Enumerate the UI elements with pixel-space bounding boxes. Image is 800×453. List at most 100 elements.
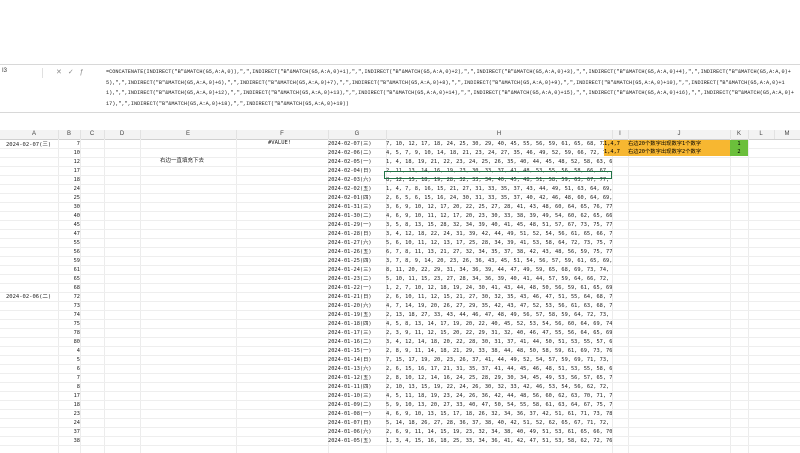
cell-a-date[interactable]: 2024-02-06(二) [6,292,51,300]
cell-h-draw-numbers[interactable]: 7, 10, 12, 17, 18, 24, 25, 30, 29, 40, 4… [386,140,612,148]
cell-g-date[interactable]: 2024-02-06(二) [328,149,384,157]
cell-k-count[interactable]: 2 [730,148,748,156]
cell-h-draw-numbers[interactable]: 3, 4, 12, 14, 18, 20, 22, 28, 30, 31, 37… [386,338,612,346]
cell-b-number[interactable]: 55 [58,239,80,247]
cell-g-date[interactable]: 2024-01-05(五) [328,437,384,445]
name-box[interactable]: I3 [0,68,43,78]
cell-b-number[interactable]: 25 [58,194,80,202]
cell-h-draw-numbers[interactable]: 2, 13, 18, 27, 33, 43, 44, 46, 47, 48, 4… [386,311,612,319]
cell-b-number[interactable]: 47 [58,230,80,238]
cell-g-date[interactable]: 2024-01-09(二) [328,401,384,409]
cell-h-draw-numbers[interactable]: 8, 11, 20, 22, 29, 31, 34, 36, 39, 44, 4… [386,266,612,274]
cell-b-number[interactable]: 23 [58,410,80,418]
column-header-j[interactable]: J [628,130,731,139]
cell-g-date[interactable]: 2024-01-13(六) [328,365,384,373]
column-header-f[interactable]: F [236,130,329,139]
cell-b-number[interactable]: 17 [58,392,80,400]
cell-b-number[interactable]: 30 [58,203,80,211]
cell-b-number[interactable]: 75 [58,320,80,328]
cell-g-date[interactable]: 2024-01-18(四) [328,320,384,328]
column-header-m[interactable]: M [774,130,800,139]
cell-h-draw-numbers[interactable]: 4, 5, 11, 18, 19, 23, 24, 26, 36, 42, 44… [386,392,612,400]
cell-g-date[interactable]: 2024-01-16(二) [328,338,384,346]
cell-h-draw-numbers[interactable]: 3, 7, 8, 9, 14, 20, 23, 26, 36, 43, 45, … [386,257,612,265]
cell-h-draw-numbers[interactable]: 5, 14, 18, 26, 27, 28, 36, 37, 38, 40, 4… [386,419,612,427]
cell-h-draw-numbers[interactable]: 2, 8, 9, 11, 14, 18, 21, 29, 33, 38, 44,… [386,347,612,355]
column-header-d[interactable]: D [104,130,141,139]
cell-g-date[interactable]: 2024-01-24(三) [328,266,384,274]
cell-g-date[interactable]: 2024-01-14(日) [328,356,384,364]
cell-g-date[interactable]: 2024-01-15(一) [328,347,384,355]
cell-h-draw-numbers[interactable]: 4, 7, 14, 19, 20, 26, 27, 29, 35, 42, 43… [386,302,612,310]
column-header-c[interactable]: C [80,130,105,139]
cell-h-draw-numbers[interactable]: 2, 6, 15, 16, 17, 21, 31, 35, 37, 41, 44… [386,365,612,373]
cell-b-number[interactable]: 68 [58,284,80,292]
cell-h-draw-numbers[interactable]: 1, 4, 18, 19, 21, 22, 23, 24, 25, 26, 35… [386,158,612,166]
cell-h-draw-numbers[interactable]: 6, 7, 8, 11, 13, 21, 27, 32, 34, 35, 37,… [386,248,612,256]
cell-g-date[interactable]: 2024-02-05(一) [328,158,384,166]
cell-h-draw-numbers[interactable]: 2, 8, 10, 12, 14, 16, 24, 25, 28, 29, 30… [386,374,612,382]
cell-g-date[interactable]: 2024-01-25(四) [328,257,384,265]
cell-a-date[interactable]: 2024-02-07(三) [6,140,51,148]
cell-h-draw-numbers[interactable]: 5, 9, 10, 13, 20, 27, 33, 40, 47, 50, 54… [386,401,612,409]
cell-h-draw-numbers[interactable]: 7, 15, 17, 19, 20, 23, 26, 37, 41, 44, 4… [386,356,612,364]
cell-f-error[interactable]: #VALUE! [268,140,291,146]
fx-icon[interactable]: ƒ [80,69,90,76]
cell-b-number[interactable]: 59 [58,257,80,265]
cell-g-date[interactable]: 2024-01-12(五) [328,374,384,382]
column-header-g[interactable]: G [328,130,387,139]
cell-g-date[interactable]: 2024-01-07(日) [328,419,384,427]
cell-g-date[interactable]: 2024-01-10(三) [328,392,384,400]
cell-g-date[interactable]: 2024-01-31(三) [328,203,384,211]
cell-g-date[interactable]: 2024-02-07(三) [328,140,384,148]
cell-b-number[interactable]: 73 [58,302,80,310]
cell-h-draw-numbers[interactable]: 2, 6, 10, 11, 12, 15, 21, 27, 30, 32, 35… [386,293,612,301]
cell-g-date[interactable]: 2024-01-29(一) [328,221,384,229]
cell-b-number[interactable]: 78 [58,329,80,337]
cell-b-number[interactable]: 4 [58,347,80,355]
cell-g-date[interactable]: 2024-01-30(二) [328,212,384,220]
cell-b-number[interactable]: 5 [58,356,80,364]
cell-b-number[interactable]: 6 [58,365,80,373]
cell-g-date[interactable]: 2024-01-08(一) [328,410,384,418]
cell-g-date[interactable]: 2024-01-27(六) [328,239,384,247]
formula-input[interactable]: =CONCATENATE(INDIRECT("B"&MATCH(G5,A:A,0… [106,67,796,109]
cell-b-number[interactable]: 8 [58,383,80,391]
cell-b-number[interactable]: 18 [58,176,80,184]
cell-b-number[interactable]: 45 [58,221,80,229]
cell-g-date[interactable]: 2024-01-06(六) [328,428,384,436]
cell-b-number[interactable]: 24 [58,185,80,193]
cell-h-draw-numbers[interactable]: 3, 6, 9, 10, 12, 17, 20, 22, 25, 27, 28,… [386,203,612,211]
cell-g-date[interactable]: 2024-01-21(日) [328,293,384,301]
cell-b-number[interactable]: 7 [58,374,80,382]
cell-k-count[interactable]: 1 [730,140,748,148]
column-header-i[interactable]: I [612,130,629,139]
cell-h-draw-numbers[interactable]: 2, 10, 13, 15, 19, 22, 24, 26, 30, 32, 3… [386,383,612,391]
cell-g-date[interactable]: 2024-02-01(四) [328,194,384,202]
cell-b-number[interactable]: 24 [58,419,80,427]
cell-g-date[interactable]: 2024-02-03(六) [328,176,384,184]
cell-h-draw-numbers[interactable]: 5, 6, 10, 11, 12, 13, 17, 25, 28, 34, 39… [386,239,612,247]
cell-h-draw-numbers[interactable]: 1, 4, 7, 8, 16, 15, 21, 27, 31, 33, 35, … [386,185,612,193]
close-icon[interactable]: ✕ [56,69,68,76]
column-header-h[interactable]: H [386,130,613,139]
cell-b-number[interactable]: 10 [58,149,80,157]
cell-b-number[interactable]: 74 [58,311,80,319]
cell-g-date[interactable]: 2024-01-28(日) [328,230,384,238]
cell-h-draw-numbers[interactable]: 1, 3, 4, 15, 16, 18, 25, 33, 34, 36, 41,… [386,437,612,445]
cell-g-date[interactable]: 2024-01-23(二) [328,275,384,283]
check-icon[interactable]: ✓ [68,69,80,76]
cell-b-number[interactable]: 12 [58,158,80,166]
cell-g-date[interactable]: 2024-01-26(五) [328,248,384,256]
cell-g-date[interactable]: 2024-01-11(四) [328,383,384,391]
column-header-k[interactable]: K [730,130,749,139]
cell-h-draw-numbers[interactable]: 4, 5, 7, 9, 10, 14, 18, 21, 23, 24, 27, … [386,149,612,157]
cell-j-label[interactable]: 右边20个数字出现数字2个数字 [628,148,730,156]
cell-b-number[interactable]: 61 [58,266,80,274]
cell-h-draw-numbers[interactable]: 4, 6, 9, 10, 11, 12, 17, 20, 23, 30, 33,… [386,212,612,220]
cell-b-number[interactable]: 17 [58,167,80,175]
cell-b-number[interactable]: 40 [58,212,80,220]
cell-i-result[interactable]: 1,4,7 [604,148,628,156]
cell-b-number[interactable]: 37 [58,428,80,436]
cell-b-number[interactable]: 38 [58,437,80,445]
